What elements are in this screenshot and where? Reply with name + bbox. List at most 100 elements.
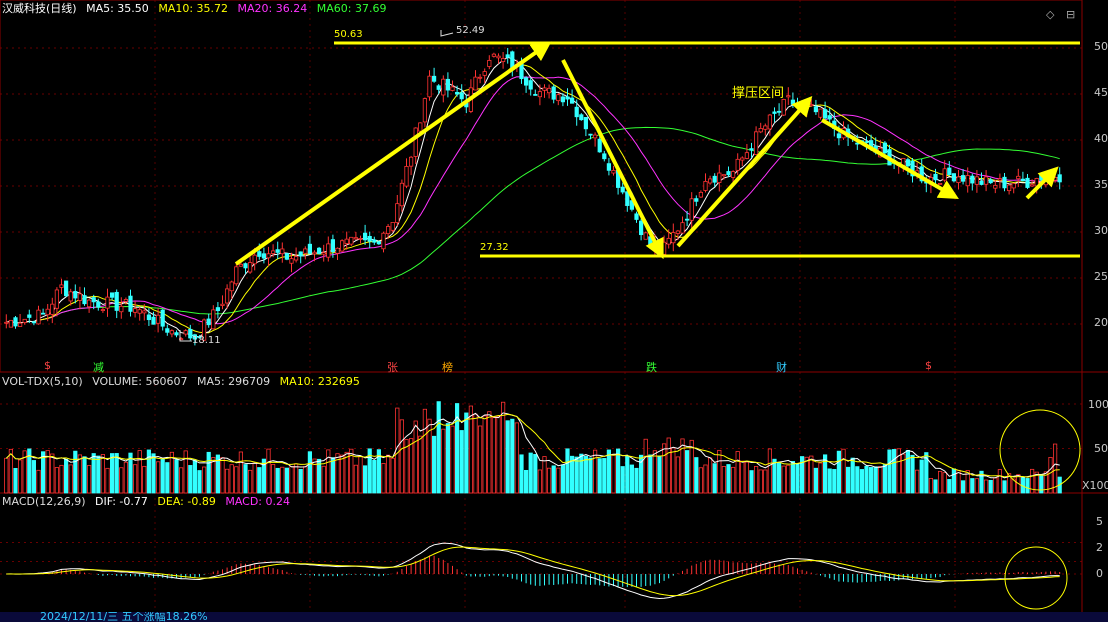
candle-body (257, 251, 262, 257)
volume-bar (993, 477, 998, 494)
candle-body (247, 262, 253, 273)
volume-bar (413, 420, 418, 494)
volume-bar (1048, 456, 1053, 494)
volume-bar (919, 459, 924, 494)
volume-bar (565, 448, 570, 494)
volume-bar (583, 455, 589, 494)
candle-body (570, 97, 575, 104)
volume-bar (606, 449, 612, 494)
candle-body (418, 122, 423, 132)
volume-bar (431, 435, 437, 494)
volume-bar (418, 435, 423, 494)
event-marker[interactable]: 财 (776, 359, 787, 375)
candle-body (362, 232, 368, 241)
candle-body (735, 158, 740, 171)
candle-body (376, 241, 382, 245)
volume-bar (132, 464, 138, 494)
candle-body (137, 309, 142, 314)
volume-bar (399, 419, 405, 494)
stock-chart (0, 0, 1108, 612)
ma20-path (6, 76, 1060, 325)
volume-bar (887, 449, 892, 494)
candle-body (353, 237, 359, 240)
candle-body (818, 108, 823, 118)
candle-body (316, 247, 322, 254)
event-marker[interactable]: 跌 (646, 359, 657, 375)
candle-body (224, 288, 230, 304)
volume-bar (832, 469, 837, 494)
volume-bar (436, 401, 441, 494)
collapse-icon[interactable]: ⊟ (1066, 8, 1075, 21)
volume-bar (284, 467, 290, 494)
volume-bar (487, 411, 492, 494)
event-marker[interactable]: 张 (387, 359, 398, 375)
candle-body (427, 75, 432, 98)
volume-bar (777, 462, 782, 494)
candle-body (119, 305, 124, 313)
volume-bar (459, 430, 464, 494)
volume-bar (882, 464, 888, 494)
candle-body (422, 98, 428, 123)
candle-body (335, 247, 340, 254)
volume-bar (648, 454, 653, 494)
ma20-line (6, 76, 1060, 325)
stock-title[interactable]: 汉威科技(日线) (2, 2, 77, 15)
volume-bar (873, 466, 878, 494)
candle-body (105, 296, 110, 309)
event-marker[interactable]: $ (44, 359, 51, 372)
candle-body (358, 238, 363, 240)
event-marker[interactable]: 榜 (442, 359, 453, 375)
candle-body (445, 78, 451, 91)
candle-body (823, 109, 828, 119)
candle-body (574, 106, 579, 118)
candle-body (146, 314, 151, 321)
candle-body (565, 96, 570, 100)
candle-body (708, 178, 713, 184)
volume-bar (473, 413, 478, 494)
ma60-line (6, 126, 1060, 324)
volume-bar (662, 443, 667, 494)
volume-bars (4, 401, 1081, 494)
volume-bar (192, 459, 197, 494)
candle-body (293, 256, 299, 261)
volume-bar (445, 423, 451, 494)
candle-body (1057, 174, 1062, 183)
trend-arrow (676, 96, 813, 248)
volume-bar (257, 467, 262, 494)
candle-body (606, 163, 612, 171)
candle-body (450, 86, 455, 91)
candle-body (68, 291, 73, 302)
volume-bar (984, 479, 989, 494)
candle-body (395, 203, 400, 223)
macd-indicator-name[interactable]: MACD(12,26,9) (2, 495, 86, 508)
candle-body (303, 248, 308, 254)
price-tick: 50 (1094, 40, 1108, 53)
event-marker[interactable]: $ (925, 359, 932, 372)
vol-indicator-name[interactable]: VOL-TDX(5,10) (2, 375, 83, 388)
volume-bar (869, 467, 874, 494)
macd-panel (6, 542, 1068, 610)
volume-bar (997, 469, 1003, 494)
candle-body (4, 321, 9, 324)
volume-bar (155, 461, 161, 494)
event-marker[interactable]: 减 (93, 359, 104, 375)
candle-body (243, 263, 248, 269)
candle-body (744, 152, 750, 159)
volume-bar (422, 408, 428, 494)
dif-value: DIF: -0.77 (95, 495, 148, 508)
volume-bar (763, 469, 768, 494)
volume-bar (643, 438, 648, 494)
dea-value: DEA: -0.89 (157, 495, 216, 508)
candle-body (441, 78, 446, 96)
volume-bar (892, 449, 897, 494)
volume-bar (339, 454, 345, 494)
candle-body (270, 250, 276, 254)
candle-body (974, 176, 980, 185)
candle-body (114, 291, 119, 311)
volume-bar (827, 468, 832, 494)
volume-header: VOL-TDX(5,10) VOLUME: 560607 MA5: 296709… (2, 374, 366, 390)
candle-body (500, 58, 506, 63)
macd-header: MACD(12,26,9) DIF: -0.77 DEA: -0.89 MACD… (2, 494, 296, 510)
diamond-icon[interactable]: ◇ (1046, 8, 1054, 21)
volume-bar (362, 465, 368, 494)
